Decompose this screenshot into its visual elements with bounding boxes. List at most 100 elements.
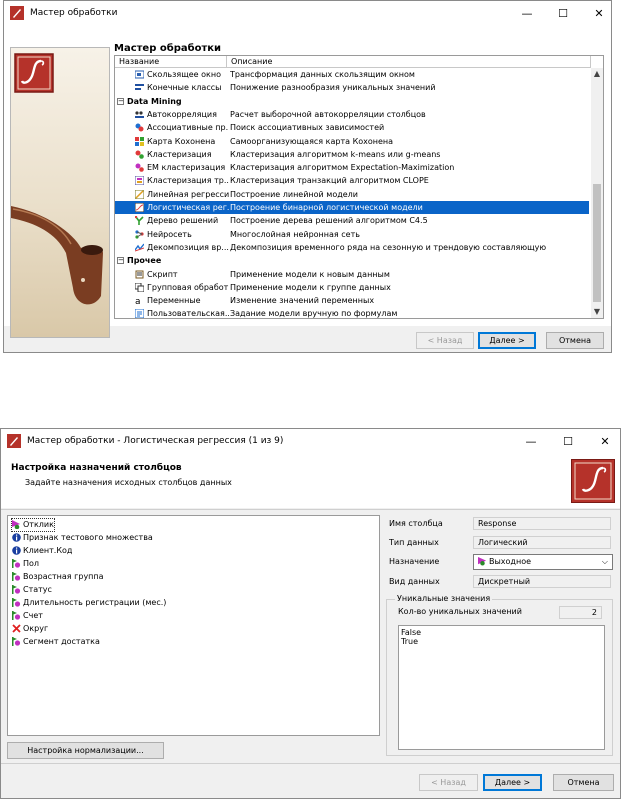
app-icon	[7, 434, 21, 448]
clustering-icon	[135, 150, 144, 159]
window-title: Мастер обработки - Логистическая регресс…	[27, 436, 284, 446]
item-desc: Построение бинарной логистической модели	[230, 203, 423, 212]
list-item[interactable]: Линейная регрессия Построение линейной мо…	[115, 188, 589, 201]
column-header-name[interactable]: Название	[115, 56, 227, 68]
list-item[interactable]: Групповая обработ... Применение модели к …	[115, 281, 589, 294]
list-item[interactable]: a Переменные Изменение значений переменных	[115, 294, 589, 307]
item-desc: Кластеризация алгоритмом Expectation-Max…	[230, 163, 455, 173]
item-desc: Кластеризация транзакций алгоритмом CLOP…	[230, 176, 429, 186]
close-icon[interactable]: ✕	[583, 429, 623, 453]
column-item[interactable]: Отклик	[11, 518, 55, 532]
info-column-icon	[12, 533, 21, 542]
list-scrollbar[interactable]: ▲ ▼	[591, 68, 603, 318]
back-button[interactable]: < Назад	[416, 332, 474, 349]
columns-list[interactable]: Отклик Признак тестового множества Клиент.…	[7, 515, 380, 736]
list-item[interactable]: Кластеризация тр... Кластеризация транзак…	[115, 174, 589, 187]
item-desc: Многослойная нейронная сеть	[230, 229, 360, 239]
close-icon[interactable]: ✕	[577, 1, 621, 25]
app-icon	[10, 6, 24, 20]
group-row[interactable]: − Data Mining	[115, 95, 589, 108]
column-header-desc[interactable]: Описание	[227, 56, 591, 68]
scroll-thumb[interactable]	[593, 184, 601, 302]
item-desc: Задание модели вручную по формулам	[230, 309, 398, 319]
input-column-icon	[12, 585, 21, 594]
group-processing-icon	[134, 282, 145, 293]
wizard-window-2: Мастер обработки - Логистическая регресс…	[0, 428, 621, 799]
scroll-up-icon[interactable]: ▲	[591, 68, 603, 80]
unique-value: False	[401, 628, 422, 637]
group-label: Data Mining	[127, 96, 182, 106]
list-item[interactable]: Декомпозиция вр... Декомпозиция временног…	[115, 241, 589, 254]
item-name: Скользящее окно	[147, 70, 221, 79]
column-name: Сегмент достатка	[23, 637, 100, 646]
next-button[interactable]: Далее >	[478, 332, 536, 349]
info-column-icon	[12, 546, 21, 555]
column-item[interactable]: Сегмент достатка	[12, 636, 100, 648]
list-item[interactable]: Дерево решений Построение дерева решений …	[115, 214, 589, 227]
column-name: Пол	[23, 559, 40, 568]
chevron-down-icon[interactable]: ⌵	[602, 555, 608, 569]
list-item[interactable]: Скользящее окно Трансформация данных скол…	[115, 68, 589, 81]
deductor-logo-image	[10, 47, 110, 338]
input-column-icon	[12, 572, 21, 581]
collapse-toggle-icon[interactable]: −	[117, 97, 124, 105]
item-name: Конечные классы	[147, 83, 222, 93]
step-heading: Настройка назначений столбцов	[11, 463, 182, 473]
logistic-regression-icon	[134, 202, 145, 213]
column-item[interactable]: Длительность регистрации (мес.)	[12, 597, 166, 609]
column-item[interactable]: Клиент.Код	[12, 545, 72, 557]
kind-field: Дискретный	[473, 575, 611, 588]
list-item[interactable]: Кластеризация Кластеризация алгоритмом k-…	[115, 148, 589, 161]
normalize-settings-button[interactable]: Настройка нормализации...	[7, 742, 164, 759]
item-name: Автокорреляция	[147, 109, 217, 119]
back-button[interactable]: < Назад	[419, 774, 478, 791]
list-item[interactable]: Скрипт Применение модели к новым данным	[115, 268, 589, 281]
item-name: Дерево решений	[147, 216, 219, 226]
column-name: Округ	[23, 624, 49, 633]
input-column-icon	[12, 598, 21, 607]
column-name: Отклик	[23, 520, 54, 529]
item-name: Линейная регрессия	[147, 189, 229, 199]
item-name: EM кластеризация	[147, 163, 226, 173]
item-desc: Поиск ассоциативных зависимостей	[230, 123, 385, 133]
next-button[interactable]: Далее >	[483, 774, 542, 791]
list-item[interactable]: Пользовательская... Задание модели вручну…	[115, 307, 589, 319]
unique-values-list[interactable]: False True	[398, 625, 605, 750]
list-item[interactable]: Нейросеть Многослойная нейронная сеть	[115, 228, 589, 241]
column-item[interactable]: Счет	[12, 610, 43, 622]
kind-label: Вид данных	[389, 577, 440, 586]
list-item[interactable]: Карта Кохонена Самоорганизующаяся карта К…	[115, 135, 589, 148]
wizard-heading: Мастер обработки	[114, 43, 222, 54]
column-item[interactable]: Признак тестового множества	[12, 532, 153, 544]
column-item[interactable]: Округ	[12, 623, 48, 635]
list-item[interactable]: Конечные классы Понижение разнообразия ун…	[115, 81, 589, 94]
column-name: Длительность регистрации (мес.)	[23, 598, 167, 607]
linear-regression-icon	[134, 189, 145, 200]
list-item[interactable]: EM кластеризация Кластеризация алгоритмом…	[115, 161, 589, 174]
scroll-down-icon[interactable]: ▼	[591, 306, 603, 318]
unique-count-field: 2	[559, 606, 602, 619]
collapse-toggle-icon[interactable]: −	[117, 257, 124, 265]
input-column-icon	[12, 559, 21, 568]
cancel-button[interactable]: Отмена	[553, 774, 614, 791]
column-item[interactable]: Пол	[12, 558, 39, 570]
unique-values-group-label: Уникальные значения	[395, 594, 493, 603]
group-row[interactable]: − Прочее	[115, 254, 589, 267]
list-item[interactable]: Логистическая рег... Построение бинарной …	[115, 201, 589, 214]
column-item[interactable]: Возрастная группа	[12, 571, 104, 583]
handler-list[interactable]: Название Описание Скользящее окно Трансфо…	[114, 55, 604, 319]
column-item[interactable]: Статус	[12, 584, 52, 596]
purpose-value: Выходное	[489, 557, 532, 566]
output-column-icon	[12, 520, 21, 530]
item-name: Кластеризация	[147, 149, 212, 159]
col-name-field: Response	[473, 517, 611, 530]
cancel-button[interactable]: Отмена	[546, 332, 604, 349]
window-title: Мастер обработки	[30, 8, 118, 18]
item-desc: Применение модели к новым данным	[230, 269, 390, 279]
list-item[interactable]: Ассоциативные пр... Поиск ассоциативных з…	[115, 121, 589, 134]
kohonen-map-icon	[135, 136, 144, 146]
list-item[interactable]: Автокорреляция Расчет выборочной автокорр…	[115, 108, 589, 121]
footer-separator	[1, 763, 620, 764]
wizard-header-band: Настройка назначений столбцов Задайте на…	[1, 453, 620, 508]
purpose-select[interactable]: Выходное ⌵	[473, 554, 613, 570]
